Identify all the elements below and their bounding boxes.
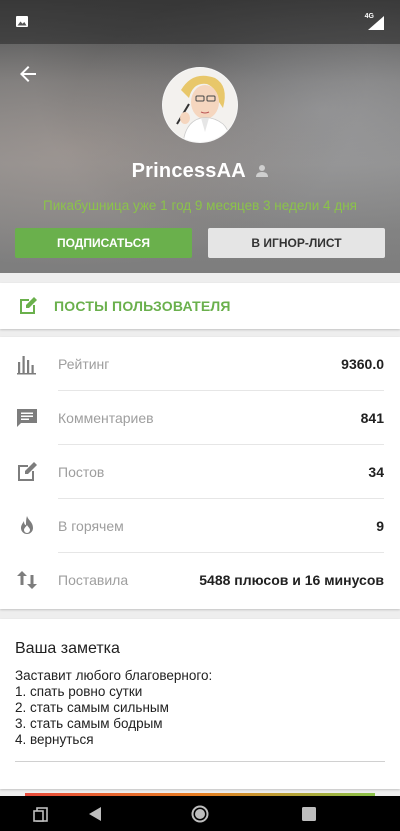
subscribe-button[interactable]: ПОДПИСАТЬСЯ bbox=[15, 228, 192, 258]
stat-row-posts: Постов 34 bbox=[0, 445, 400, 499]
back-triangle-icon bbox=[89, 807, 101, 821]
stat-value: 9 bbox=[376, 518, 384, 534]
stat-row-hot: В горячем 9 bbox=[0, 499, 400, 553]
username: PrincessAA bbox=[131, 160, 246, 182]
home-circle-icon bbox=[191, 805, 209, 823]
stat-label: Комментариев bbox=[58, 410, 154, 426]
back-button[interactable] bbox=[14, 60, 42, 88]
overview-button[interactable] bbox=[298, 803, 320, 825]
stat-label: Поставила bbox=[58, 572, 129, 588]
sort-arrows-icon bbox=[17, 571, 37, 589]
overview-square-icon bbox=[302, 807, 316, 821]
member-since-text: Пикабушница уже 1 год 9 месяцев 3 недели… bbox=[43, 198, 357, 213]
stat-row-votes: Поставила 5488 плюсов и 16 минусов bbox=[0, 553, 400, 607]
recents-button[interactable] bbox=[30, 803, 52, 825]
system-nav-bar bbox=[0, 796, 400, 831]
stat-value: 9360.0 bbox=[341, 356, 384, 372]
nav-back-button[interactable] bbox=[84, 803, 106, 825]
stat-row-comments: Комментариев 841 bbox=[0, 391, 400, 445]
recents-icon bbox=[33, 807, 48, 822]
edit-icon bbox=[20, 297, 37, 314]
stat-label: Рейтинг bbox=[58, 356, 110, 372]
status-bar: 4G bbox=[0, 0, 400, 44]
note-text[interactable]: Заставит любого благоверного: 1. спать р… bbox=[15, 668, 385, 748]
comment-icon bbox=[17, 409, 37, 427]
rating-bars-icon bbox=[17, 356, 36, 375]
stat-label: Постов bbox=[58, 464, 105, 480]
stat-row-rating: Рейтинг 9360.0 bbox=[0, 337, 400, 391]
edit-icon bbox=[18, 462, 37, 481]
stat-value: 5488 плюсов и 16 минусов bbox=[199, 572, 384, 588]
stat-value: 841 bbox=[360, 410, 384, 426]
note-title: Ваша заметка bbox=[15, 640, 120, 657]
stat-label: В горячем bbox=[58, 518, 124, 534]
stat-value: 34 bbox=[368, 464, 384, 480]
ignore-list-button[interactable]: В ИГНОР-ЛИСТ bbox=[208, 228, 385, 258]
user-posts-link[interactable]: ПОСТЫ ПОЛЬЗОВАТЕЛЯ bbox=[0, 283, 400, 329]
note-divider bbox=[15, 761, 385, 762]
note-card[interactable]: Ваша заметка Заставит любого благоверног… bbox=[0, 619, 400, 789]
user-posts-label: ПОСТЫ ПОЛЬЗОВАТЕЛЯ bbox=[54, 298, 231, 314]
stats-card: Рейтинг 9360.0 Комментариев 841 Постов 3… bbox=[0, 337, 400, 609]
arrow-left-icon bbox=[20, 66, 36, 82]
image-icon bbox=[16, 16, 28, 27]
home-button[interactable] bbox=[189, 803, 211, 825]
profile-header: 4G PrincessAA Пикабушница уже 1 год 9 ме… bbox=[0, 0, 400, 273]
user-badge-icon bbox=[256, 164, 269, 177]
avatar-illustration bbox=[163, 68, 237, 142]
fire-icon bbox=[21, 516, 33, 534]
signal-icon bbox=[368, 16, 384, 30]
avatar[interactable] bbox=[162, 67, 238, 143]
